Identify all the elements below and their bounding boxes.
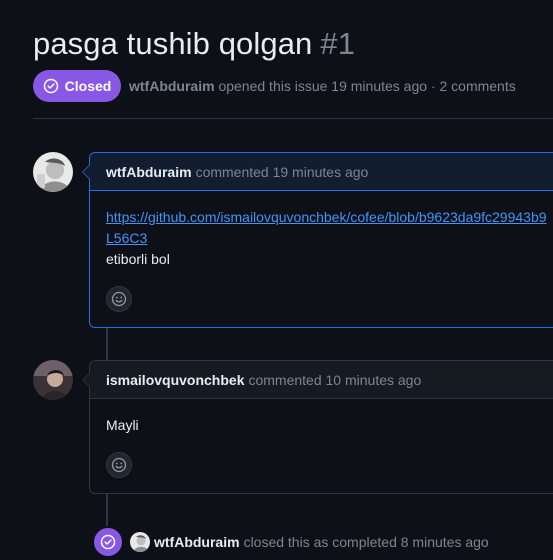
comment-1-header-text[interactable]: commented 19 minutes ago [196,164,369,180]
comment-2-reaction-button[interactable] [106,452,132,478]
comment-1-link[interactable]: https://github.com/ismailovquvonchbek/co… [106,209,547,225]
comment-1-avatar[interactable] [33,152,73,192]
comment-2-author[interactable]: ismailovquvonchbek [106,372,244,388]
comment-1-link-wrap[interactable]: L56C3 [106,230,147,246]
closed-event-badge [92,526,124,558]
comment-2-header-text[interactable]: commented 10 minutes ago [248,372,421,388]
comment-2: ismailovquvonchbek commented 10 minutes … [82,360,553,494]
smiley-icon [111,291,127,307]
issue-page: pasga tushib qolgan #1 Closed wtfAbduraim… [0,0,553,560]
comment-1-caret [82,164,90,180]
header-divider [33,118,553,119]
closed-event: wtfAbduraim closed this as completed 8 m… [92,526,489,558]
check-circle-icon [43,78,58,94]
issue-meta: wtfAbduraim opened this issue 19 minutes… [129,78,516,94]
comment-2-body: Mayli [90,399,553,436]
comment-1-body: https://github.com/ismailovquvonchbek/co… [90,191,553,270]
comment-2-avatar[interactable] [33,360,73,400]
check-circle-icon [100,534,116,550]
comment-1-header: wtfAbduraim commented 19 minutes ago [90,153,553,191]
comment-2-text: Mayli [106,417,139,433]
issue-title: pasga tushib qolgan #1 [33,22,355,66]
avatar-photo [33,360,73,400]
event-text: closed this as completed 8 minutes ago [243,534,489,550]
comment-1-author[interactable]: wtfAbduraim [106,164,192,180]
comment-1-reaction-button[interactable] [106,286,132,312]
issue-number: #1 [320,26,356,61]
comment-2-caret [82,372,90,388]
event-author[interactable]: wtfAbduraim [154,534,240,550]
closed-state-badge: Closed [33,70,121,102]
comment-1-text: etiborli bol [106,251,170,267]
state-label: Closed [64,78,112,94]
comment-1-link-line: https://github.com/ismailovquvonchbek/co… [106,207,552,228]
comment-1: wtfAbduraim commented 19 minutes ago htt… [82,152,553,328]
avatar-photo [130,532,150,552]
smiley-icon [111,457,127,473]
avatar-photo [33,152,73,192]
comment-2-header: ismailovquvonchbek commented 10 minutes … [90,361,553,399]
issue-meta-text: opened this issue 19 minutes ago · 2 com… [218,78,516,94]
issue-author-link[interactable]: wtfAbduraim [129,78,215,94]
event-avatar[interactable] [130,532,150,552]
issue-title-text: pasga tushib qolgan [33,26,313,61]
